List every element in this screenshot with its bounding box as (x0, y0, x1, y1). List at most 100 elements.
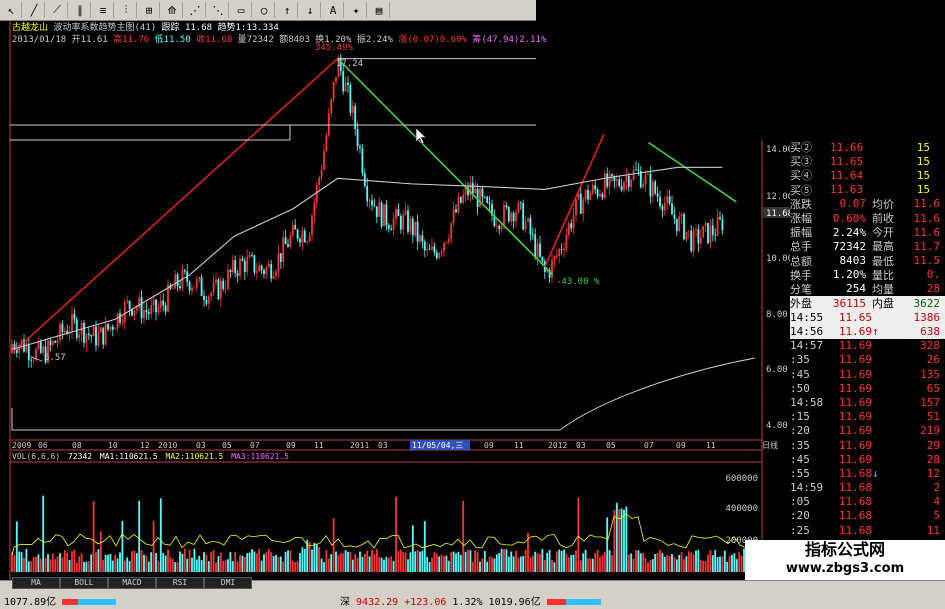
volume-bar (383, 559, 385, 572)
volume-bar (630, 553, 633, 572)
volume-bar (579, 560, 582, 572)
tab-macd[interactable]: MACD (108, 577, 156, 589)
candle-body (155, 299, 157, 313)
bid-volume: 15 (916, 140, 930, 154)
volume-bar (647, 562, 649, 572)
candle-body (373, 205, 376, 207)
volume-bar (635, 550, 637, 572)
volume-bar (457, 551, 460, 572)
volume-bar (366, 550, 369, 572)
volume-bar (414, 551, 417, 572)
volume-bar (409, 552, 412, 572)
volume-bar (85, 561, 88, 572)
uptrend-line (11, 57, 339, 354)
stat-value2: 3622 (913, 296, 941, 310)
tab-dmi[interactable]: DMI (204, 577, 252, 589)
candle-body (111, 326, 114, 330)
volume-bar (157, 561, 160, 572)
candle-body (27, 345, 30, 360)
candle-body (481, 188, 484, 197)
candle-body (443, 242, 445, 252)
candle-body (654, 181, 657, 194)
volume-bar (462, 500, 465, 572)
tick-row: :25 11.68 11 (790, 523, 945, 537)
volume-bar (179, 551, 181, 572)
candle-body (289, 235, 292, 247)
candle-body (143, 310, 145, 319)
candle-body (431, 246, 433, 250)
volume-bar (219, 552, 222, 572)
volume-bar (627, 554, 630, 572)
stat-value2: 11.6 (913, 197, 941, 211)
candle-body (505, 205, 508, 208)
volume-bar (565, 553, 568, 572)
candle-body (78, 334, 81, 338)
candle-body (630, 179, 633, 188)
tab-ma[interactable]: MA (12, 577, 60, 589)
volume-bar (51, 553, 54, 572)
candle-body (299, 238, 301, 243)
volume-bar (327, 558, 330, 572)
bid-volume: 15 (916, 183, 930, 197)
candle-body (311, 215, 313, 235)
volume-bar (291, 561, 294, 572)
bid-row: 买③ 11.65 15 (790, 154, 945, 169)
volume-bar (644, 558, 647, 572)
volume-bar (224, 560, 227, 572)
candle-body (152, 299, 155, 306)
volume-bar (733, 553, 736, 572)
candle-body (75, 319, 78, 338)
candle-body (241, 258, 244, 261)
volume-bar (126, 557, 129, 572)
volume-bar (351, 559, 354, 572)
volume-bar (109, 553, 112, 572)
volume-bar (162, 552, 165, 572)
volume-bar (685, 556, 688, 572)
candle-body (647, 173, 649, 175)
candle-body (637, 169, 640, 172)
volume-bar (294, 561, 297, 572)
candle-body (332, 81, 335, 99)
candle-body (349, 85, 352, 113)
candle-body (308, 234, 311, 242)
candle-body (71, 313, 73, 332)
candle-body (416, 221, 419, 242)
tick-price: 11.69 (838, 339, 872, 353)
tab-boll[interactable]: BOLL (60, 577, 108, 589)
candle-body (255, 271, 258, 273)
volume-bar (155, 553, 157, 572)
x-tick: 05 (222, 441, 232, 450)
candle-body (560, 249, 563, 251)
candle-body (495, 225, 498, 227)
candle-body (243, 260, 246, 273)
volume-bar (104, 554, 107, 572)
drop-pct-label: -43.00 % (556, 277, 600, 287)
volume-bar (459, 554, 462, 572)
volume-bar (49, 559, 52, 572)
volume-bar (347, 551, 349, 572)
candle-body (673, 214, 676, 219)
volume-bar (498, 553, 501, 572)
candle-body (663, 203, 666, 211)
candle-body (150, 305, 153, 315)
volume-bar (73, 549, 76, 572)
candle-body (25, 345, 28, 352)
candle-body (709, 225, 712, 243)
candle-body (661, 206, 664, 211)
sz-amount: 1019.96亿 (488, 597, 541, 608)
volume-bar (320, 558, 323, 572)
tick-row: 14:56 11.69 ↑ 638 (790, 324, 945, 339)
volume-bar (495, 554, 498, 572)
volume-bar (368, 556, 371, 572)
candle-body (54, 340, 57, 343)
tab-rsi[interactable]: RSI (156, 577, 204, 589)
volume-bar (639, 553, 642, 572)
volume-bar (301, 547, 304, 572)
sz-breadth-bar (546, 599, 601, 605)
bid-volume: 15 (916, 154, 930, 168)
candle-body (205, 300, 208, 304)
tick-volume: 51 (926, 410, 940, 424)
volume-bar (75, 562, 78, 572)
volume-bar (32, 557, 35, 572)
volume-bar (553, 562, 556, 572)
